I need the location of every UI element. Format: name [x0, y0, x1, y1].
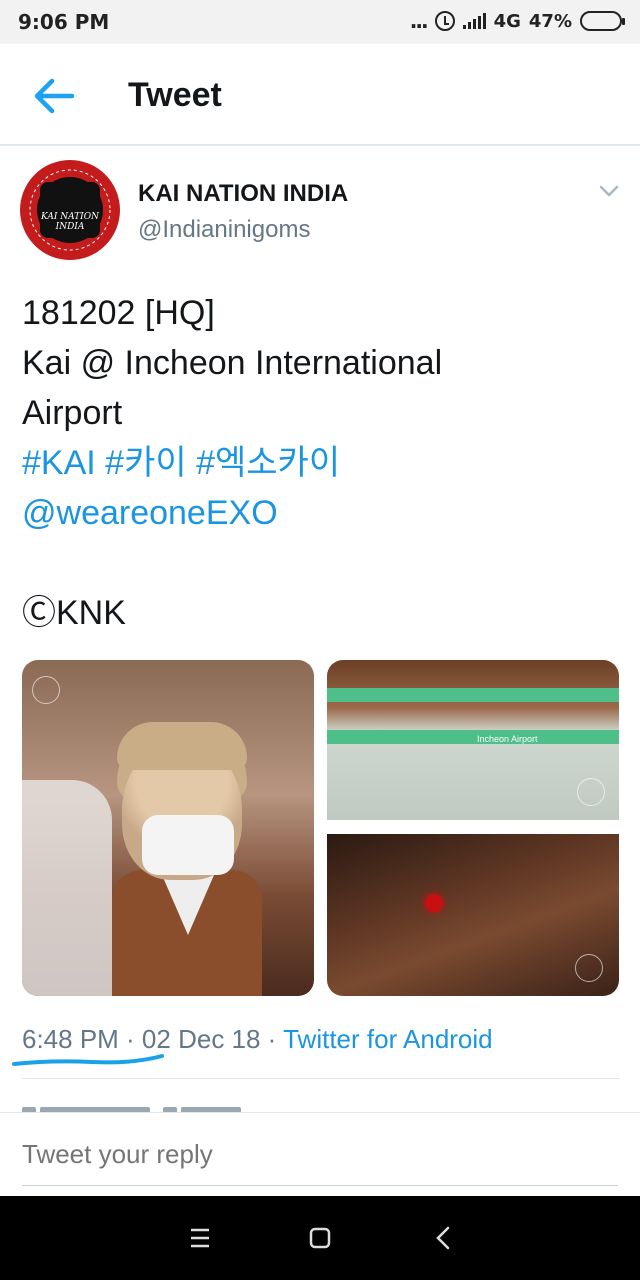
tweet-stats-clipped: [22, 1100, 282, 1112]
hashtag-links[interactable]: #KAI #카이 #엑소카이: [22, 438, 622, 488]
status-time: 9:06 PM: [18, 10, 110, 34]
menu-button[interactable]: [182, 1220, 218, 1256]
home-square-icon: [309, 1227, 331, 1249]
reply-bar: [0, 1112, 640, 1196]
mention-link[interactable]: @weareoneEXO: [22, 488, 622, 538]
network-type: 4G: [493, 10, 521, 32]
photo-blur: [22, 780, 112, 996]
watermark-icon: [575, 954, 603, 982]
chevron-left-icon: [436, 1226, 450, 1250]
arrow-left-icon: [34, 78, 75, 114]
watermark-icon: [577, 778, 605, 806]
more-notifications-icon: ...: [409, 9, 429, 33]
signal-icon: [462, 13, 486, 29]
tweet-photo-3[interactable]: [327, 834, 619, 996]
photo-red-light: [425, 894, 443, 912]
photo-rail: [327, 688, 619, 702]
page-title: Tweet: [128, 76, 222, 114]
tweet-media-grid: Incheon Airport: [22, 660, 619, 996]
alarm-icon: [434, 11, 455, 31]
photo-mask: [142, 815, 234, 875]
reply-input[interactable]: [22, 1139, 582, 1170]
status-icons: ... 4G 47%: [409, 9, 625, 33]
divider: [22, 1078, 620, 1079]
tweet-credit: ⒸKNK: [22, 594, 126, 632]
status-bar: 9:06 PM ... 4G 47%: [0, 0, 640, 44]
reply-underline: [22, 1185, 618, 1186]
chevron-down-icon: [599, 185, 619, 197]
system-back-button[interactable]: [426, 1220, 462, 1256]
app-header: Tweet: [0, 44, 640, 146]
photo-rail: [327, 730, 619, 744]
tweet-source-link[interactable]: Twitter for Android: [283, 1024, 493, 1054]
author-handle[interactable]: @Indianinigoms: [138, 216, 310, 244]
tweet-line: 181202 [HQ]: [22, 294, 215, 332]
back-button[interactable]: [30, 74, 78, 118]
photo-sign-text: Incheon Airport: [477, 734, 538, 744]
tweet-line: Kai @ Incheon International: [22, 344, 443, 382]
menu-icon: [191, 1228, 209, 1248]
tweet-photo-1[interactable]: [22, 660, 314, 996]
tweet-text: 181202 [HQ] Kai @ Incheon International …: [22, 288, 622, 638]
home-button[interactable]: [302, 1220, 338, 1256]
author-display-name[interactable]: KAI NATION INDIA: [138, 180, 348, 208]
tweet-menu-button[interactable]: [598, 180, 620, 202]
tweet-photo-2[interactable]: Incheon Airport: [327, 660, 619, 820]
system-nav-bar: [0, 1196, 640, 1280]
battery-percent: 47%: [528, 10, 572, 32]
watermark-icon: [32, 676, 60, 704]
photo-fringe: [117, 722, 247, 770]
avatar[interactable]: KAI NATION INDIA: [20, 160, 120, 260]
battery-icon: [580, 11, 625, 31]
tweet-line: Airport: [22, 394, 123, 432]
avatar-logo: KAI NATION INDIA: [40, 182, 100, 238]
annotation-underline: [12, 1054, 164, 1066]
